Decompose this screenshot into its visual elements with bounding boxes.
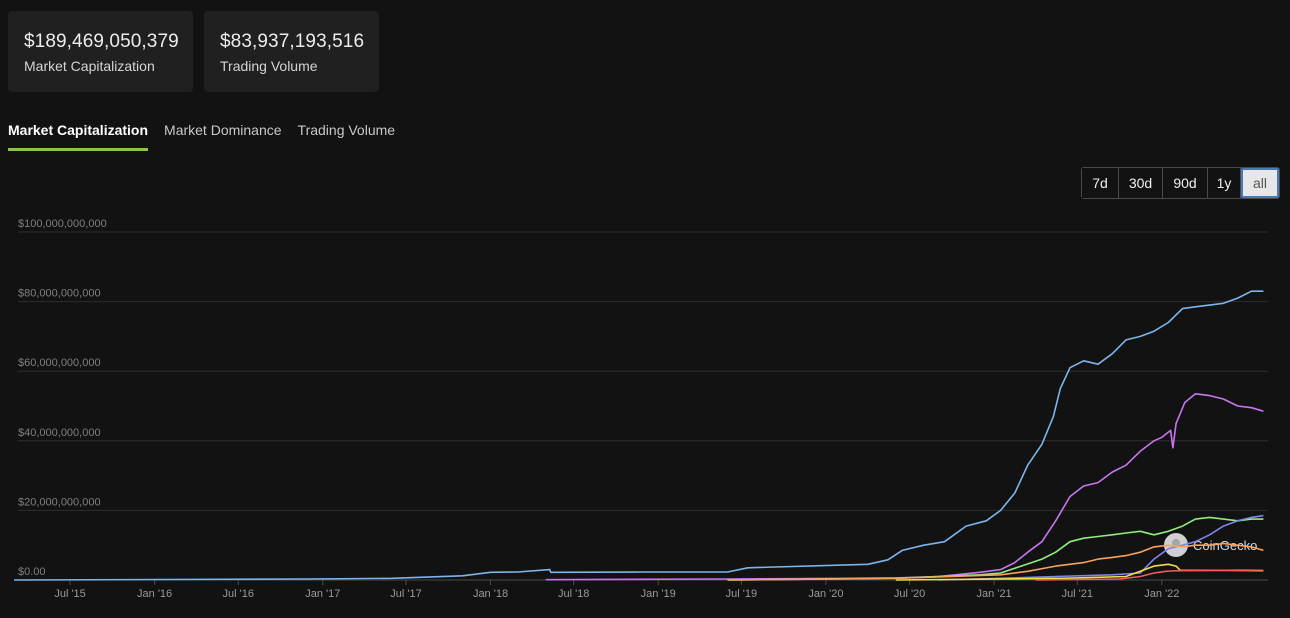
x-tick-label: Jul '15 (54, 588, 85, 600)
tab-market-capitalization[interactable]: Market Capitalization (8, 122, 149, 151)
x-tick-label: Jan '17 (305, 588, 340, 600)
x-axis-ticks: Jul '15 Jan '16 Jul '16 Jan '17 Jul '17 Jan '… (54, 580, 1179, 600)
y-axis-ticks: $0.00 $20,000,000,000 $40,000,000,000 $60,0… (18, 218, 107, 578)
y-tick-label: $80,000,000,000 (18, 288, 101, 300)
market-cap-value: $189,469,050,379 (24, 31, 179, 52)
range-7d-button[interactable]: 7d (1082, 168, 1119, 198)
tab-trading-volume[interactable]: Trading Volume (298, 122, 396, 151)
time-range-selector: 7d 30d 90d 1y all (1081, 167, 1280, 199)
x-tick-label: Jan '18 (473, 588, 508, 600)
x-tick-label: Jul '20 (894, 588, 925, 600)
chart-series (13, 290, 1264, 581)
trading-volume-value: $83,937,193,516 (220, 31, 365, 52)
y-tick-label: $60,000,000,000 (18, 357, 101, 369)
x-tick-label: Jan '20 (808, 588, 843, 600)
range-30d-button[interactable]: 30d (1119, 168, 1163, 198)
trading-volume-label: Trading Volume (220, 58, 318, 74)
y-tick-label: $40,000,000,000 (18, 427, 101, 439)
x-tick-label: Jul '17 (390, 588, 421, 600)
x-tick-label: Jan '16 (137, 588, 172, 600)
x-tick-label: Jul '21 (1062, 588, 1093, 600)
chart-tabs: Market Capitalization Market Dominance T… (8, 122, 395, 151)
market-cap-chart: $0.00 $20,000,000,000 $40,000,000,000 $60,0… (13, 218, 1268, 600)
tab-market-dominance[interactable]: Market Dominance (164, 122, 282, 151)
y-tick-label: $20,000,000,000 (18, 496, 101, 508)
x-tick-label: Jul '16 (223, 588, 254, 600)
range-all-button[interactable]: all (1241, 168, 1279, 198)
series-line-6 (895, 563, 1264, 581)
market-cap-card: $189,469,050,379 Market Capitalization (8, 11, 193, 92)
x-tick-label: Jan '22 (1144, 588, 1179, 600)
series-line-1 (13, 290, 1264, 581)
market-cap-label: Market Capitalization (24, 58, 155, 74)
x-tick-label: Jul '18 (558, 588, 589, 600)
y-tick-label: $0.00 (18, 566, 46, 578)
x-tick-label: Jan '21 (977, 588, 1012, 600)
x-tick-label: Jul '19 (726, 588, 757, 600)
y-tick-label: $100,000,000,000 (18, 218, 107, 230)
range-1y-button[interactable]: 1y (1208, 168, 1241, 198)
trading-volume-card: $83,937,193,516 Trading Volume (204, 11, 379, 92)
chart-grid (18, 231, 1268, 581)
series-line-2 (545, 393, 1264, 581)
range-90d-button[interactable]: 90d (1163, 168, 1208, 198)
x-tick-label: Jan '19 (641, 588, 676, 600)
